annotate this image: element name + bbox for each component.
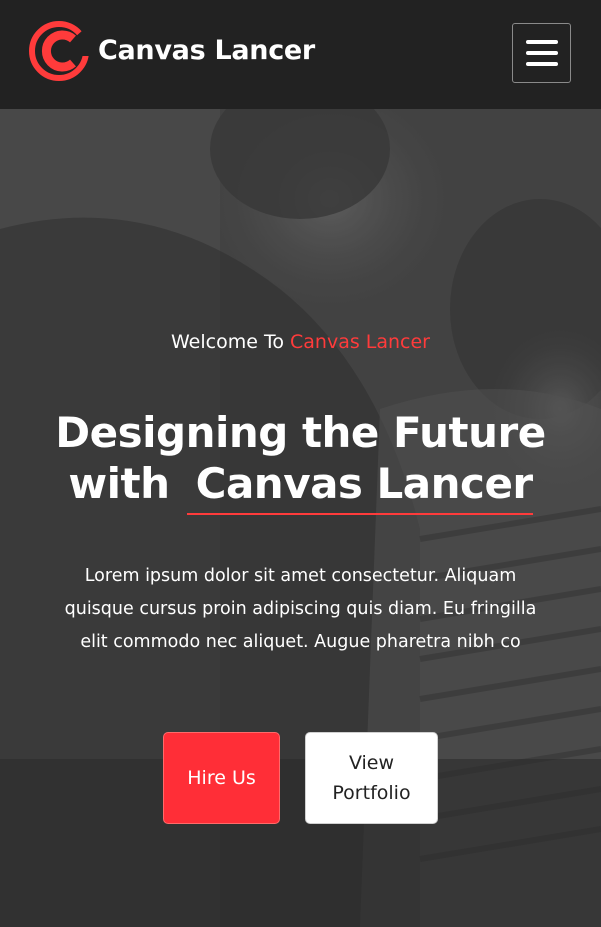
lead-line: elit commodo nec aliquet. Augue pharetra… (80, 632, 521, 652)
view-portfolio-button[interactable]: View Portfolio (305, 732, 438, 824)
menu-toggle-button[interactable] (512, 23, 571, 83)
hamburger-bar (526, 51, 558, 55)
headline-underline (187, 513, 533, 515)
view-portfolio-label: View Portfolio (332, 752, 411, 804)
hamburger-menu-icon (526, 40, 558, 44)
welcome-text: Welcome To Canvas Lancer (0, 331, 601, 353)
headline-line-2: with Canvas Lancer (0, 458, 601, 509)
hero-headline: Designing the Future with Canvas Lancer (0, 407, 601, 509)
lead-line: quisque cursus proin adipiscing quis dia… (64, 599, 537, 619)
hamburger-bar (526, 62, 558, 66)
hero-lead-paragraph: Lorem ipsum dolor sit amet consectetur. … (0, 560, 601, 659)
brand-link[interactable]: Canvas Lancer (29, 17, 315, 85)
headline-brand: Canvas Lancer (195, 459, 534, 508)
headline-prefix: with (68, 459, 170, 508)
hero-overlay (0, 109, 601, 927)
hero-section: Welcome To Canvas Lancer Designing the F… (0, 109, 601, 927)
headline-line-1: Designing the Future (55, 408, 546, 457)
lead-line: Lorem ipsum dolor sit amet consectetur. … (84, 566, 517, 586)
hire-us-label: Hire Us (187, 767, 256, 789)
brand-name: Canvas Lancer (98, 34, 315, 66)
hire-us-button[interactable]: Hire Us (163, 732, 280, 824)
canvas-lancer-logo-icon (29, 21, 89, 81)
navbar: Canvas Lancer (0, 0, 601, 109)
welcome-prefix: Welcome To (171, 331, 284, 353)
welcome-accent: Canvas Lancer (290, 331, 430, 353)
